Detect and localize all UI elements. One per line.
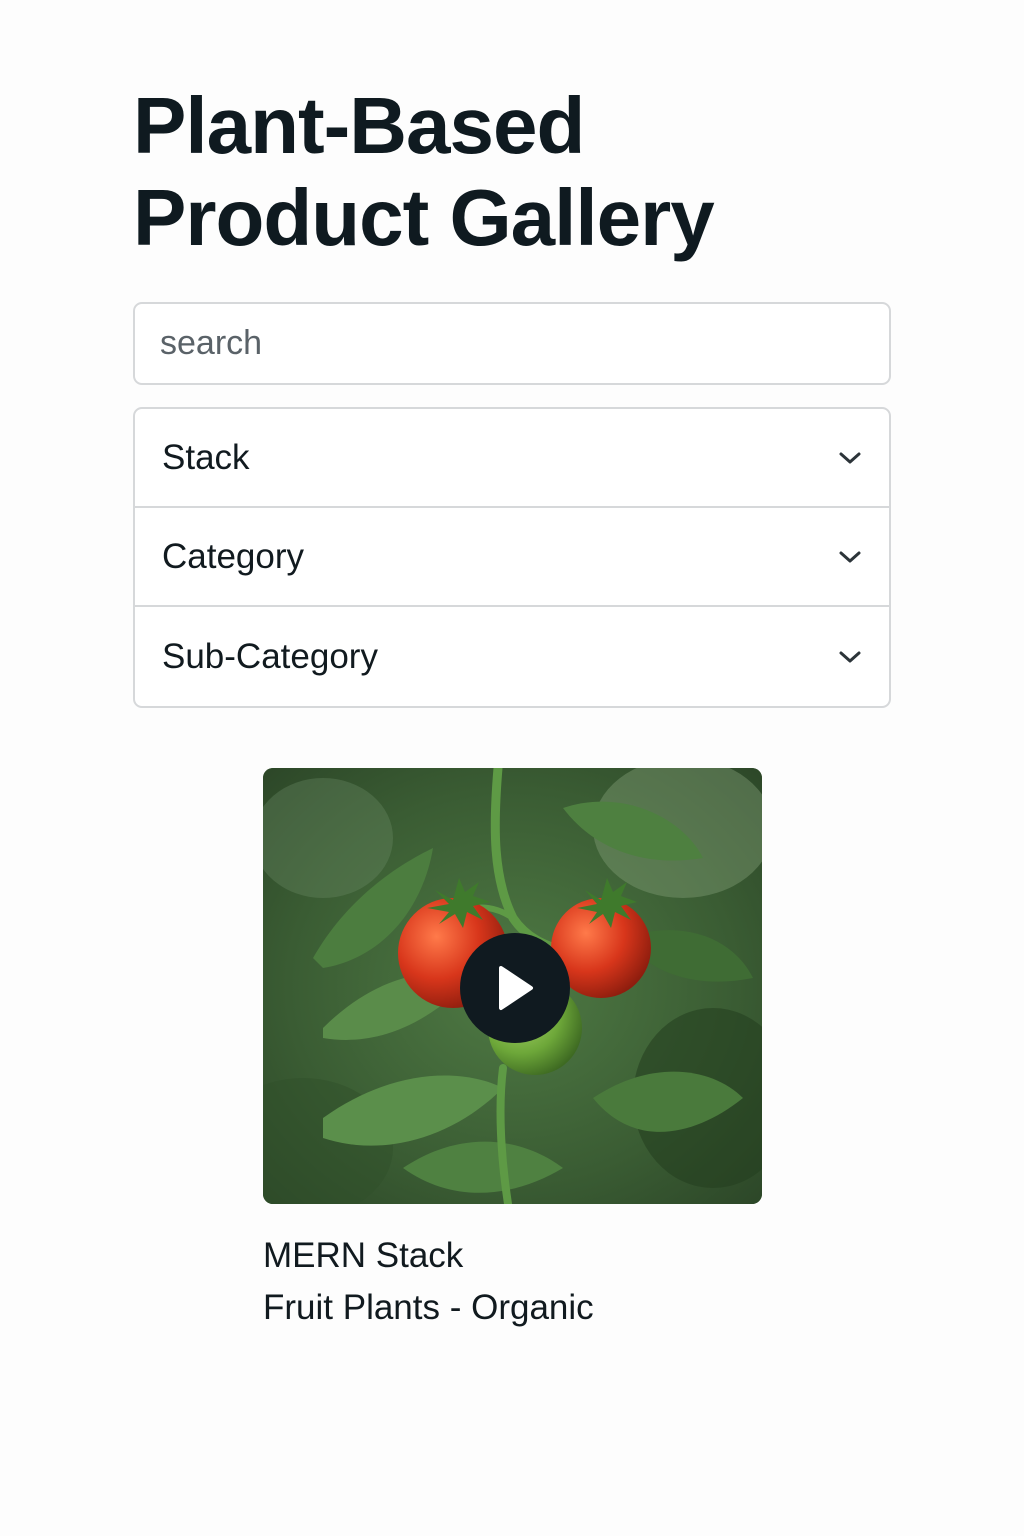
product-title: MERN Stack (263, 1236, 464, 1275)
search-input[interactable] (160, 304, 889, 383)
stack-dropdown[interactable]: Stack (135, 409, 889, 508)
subcategory-dropdown[interactable]: Sub-Category (135, 607, 889, 706)
product-category: Fruit Plants - Organic (263, 1288, 594, 1327)
page-title: Plant-Based Product Gallery (133, 81, 715, 262)
chevron-down-icon[interactable] (837, 445, 863, 471)
chevron-down-icon[interactable] (837, 644, 863, 670)
stack-dropdown-label: Stack (162, 437, 250, 477)
product-card[interactable]: MERN Stack Fruit Plants - Organic (263, 768, 763, 1334)
play-icon (499, 966, 533, 1010)
page: Plant-Based Product Gallery Stack Catego… (0, 0, 1024, 1536)
video-thumbnail[interactable] (263, 768, 762, 1204)
search-field[interactable] (133, 302, 891, 385)
category-dropdown[interactable]: Category (135, 508, 889, 607)
subcategory-dropdown-label: Sub-Category (162, 636, 378, 676)
category-dropdown-label: Category (162, 536, 305, 576)
filter-panel: Stack Category Sub-Category (133, 407, 891, 708)
play-button[interactable] (460, 933, 570, 1043)
chevron-down-icon[interactable] (837, 544, 863, 570)
